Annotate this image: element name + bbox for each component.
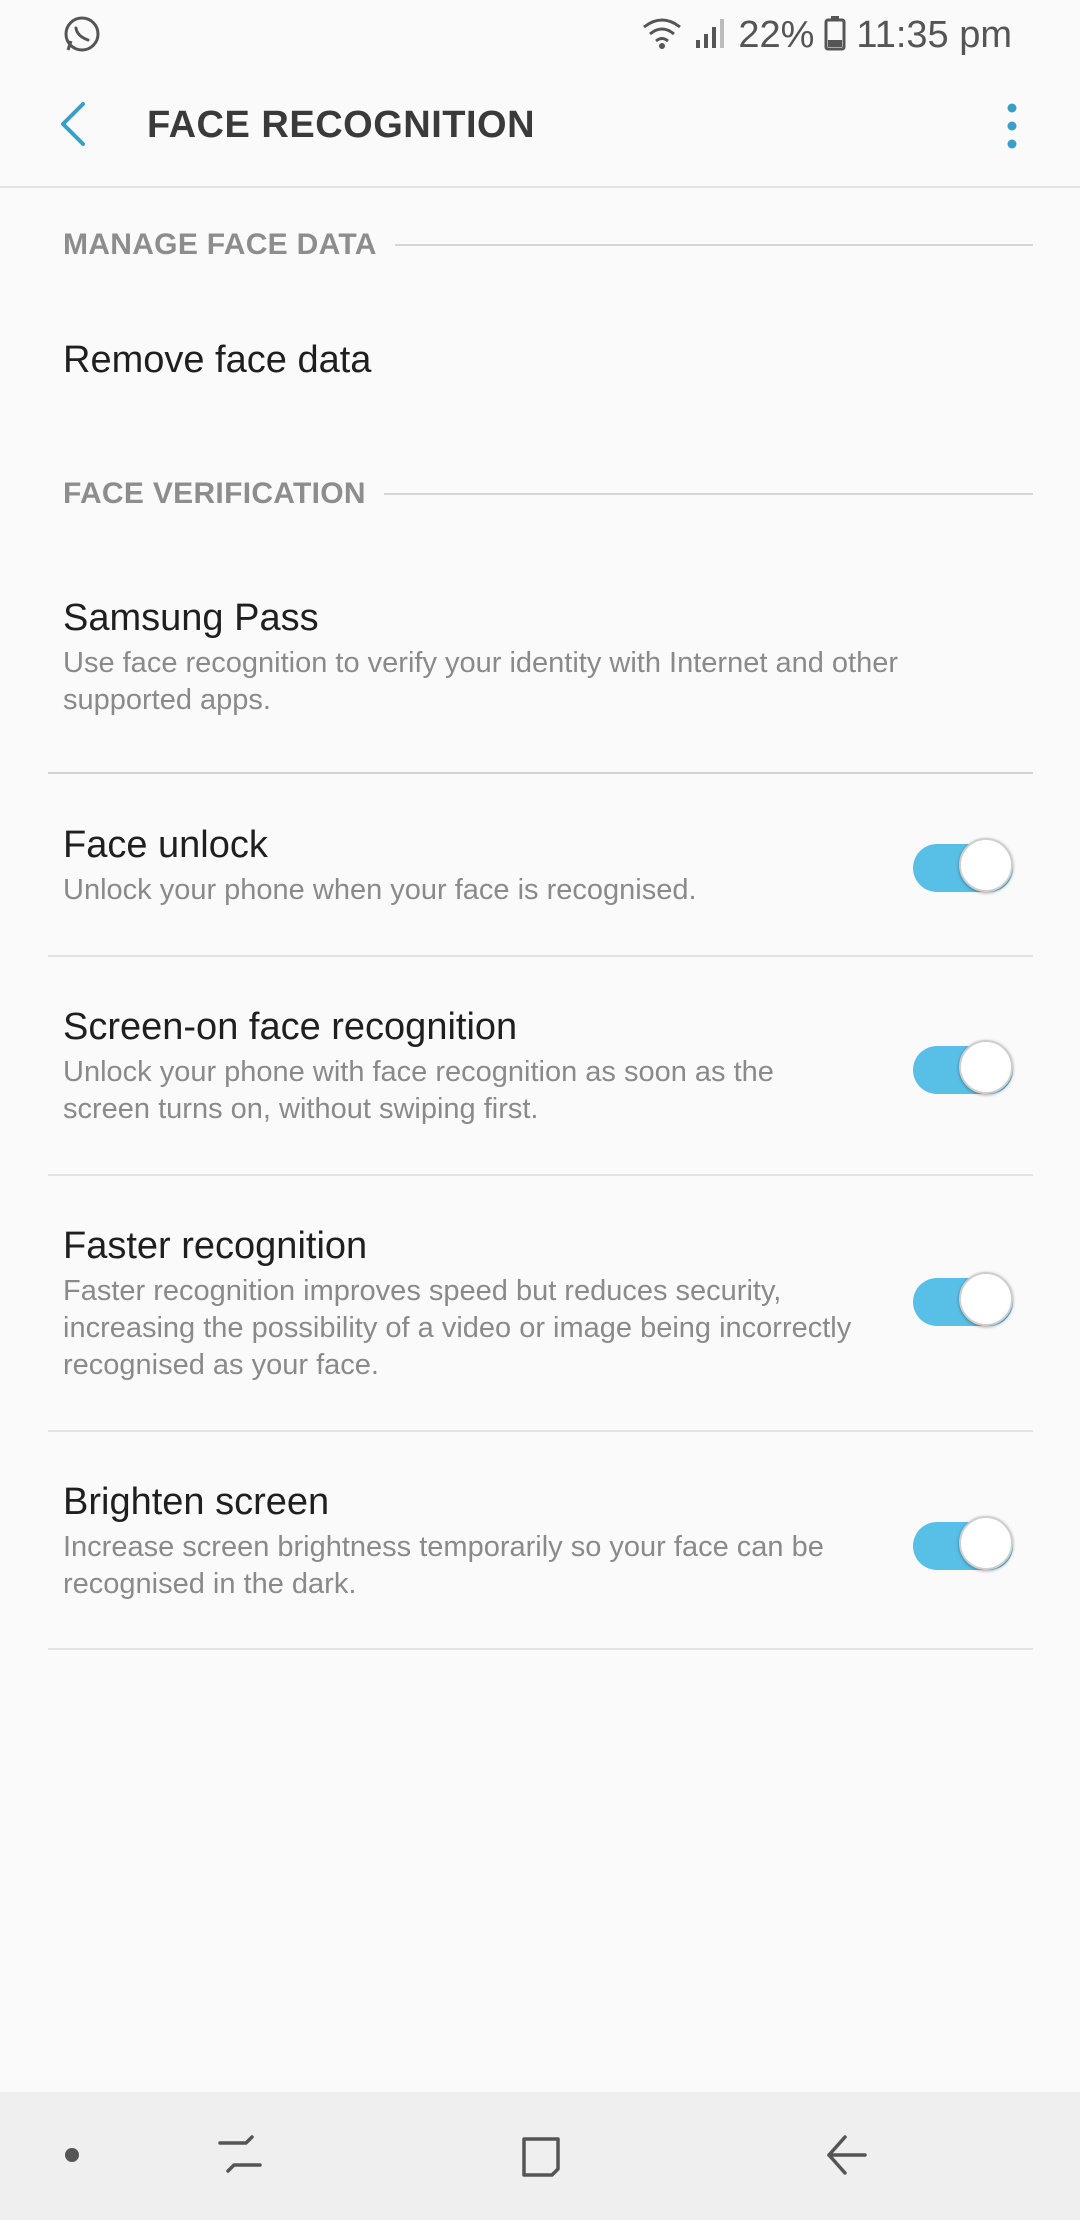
section-header-verification: FACE VERIFICATION [63, 474, 1033, 514]
row-description: Unlock your phone when your face is reco… [63, 874, 697, 906]
battery-icon [824, 15, 846, 56]
clock: 11:35 pm [856, 13, 1012, 56]
face-unlock-item[interactable]: Face unlock Unlock your phone when your … [48, 822, 1033, 932]
navigation-bar [0, 2092, 1080, 2220]
page-title: FACE RECOGNITION [147, 104, 536, 146]
screen-on-recognition-item[interactable]: Screen-on face recognition Unlock your p… [48, 1004, 1033, 1144]
dot-icon [64, 2147, 80, 2168]
wifi-icon [640, 15, 684, 56]
divider [48, 772, 1033, 774]
brighten-screen-toggle[interactable] [913, 1512, 1013, 1572]
faster-recognition-item[interactable]: Faster recognition Faster recognition im… [48, 1223, 1033, 1393]
home-icon [518, 2131, 566, 2184]
section-label: MANAGE FACE DATA [63, 228, 377, 261]
section-header-manage: MANAGE FACE DATA [63, 225, 1033, 265]
toggle-thumb [959, 1516, 1013, 1570]
divider [48, 955, 1033, 957]
back-arrow-icon [57, 100, 87, 153]
system-back-button[interactable] [805, 2122, 885, 2192]
row-title: Faster recognition [63, 1225, 368, 1267]
toggle-thumb [959, 1040, 1013, 1094]
status-icons: 22% 11:35 pm [640, 8, 1012, 62]
face-unlock-toggle[interactable] [913, 834, 1013, 894]
app-bar: FACE RECOGNITION [0, 70, 1080, 188]
section-label: FACE VERIFICATION [63, 477, 366, 510]
home-button[interactable] [502, 2122, 582, 2192]
row-description: Unlock your phone with face recognition … [63, 1056, 774, 1125]
toggle-thumb [959, 838, 1013, 892]
screen-on-recognition-toggle[interactable] [913, 1036, 1013, 1096]
back-icon [821, 2131, 869, 2184]
more-vertical-icon [1006, 103, 1018, 154]
row-title: Remove face data [63, 339, 372, 381]
recent-apps-button[interactable] [200, 2122, 280, 2192]
nav-dot-button[interactable] [50, 2122, 94, 2192]
row-title: Screen-on face recognition [63, 1006, 518, 1048]
toggle-thumb [959, 1272, 1013, 1326]
section-line [383, 493, 1033, 495]
divider [48, 1648, 1033, 1650]
remove-face-data-item[interactable]: Remove face data [48, 300, 1033, 420]
row-description: Use face recognition to verify your iden… [63, 647, 898, 716]
samsung-pass-item[interactable]: Samsung Pass Use face recognition to ver… [48, 595, 1033, 725]
brighten-screen-item[interactable]: Brighten screen Increase screen brightne… [48, 1479, 1033, 1619]
row-description: Faster recognition improves speed but re… [63, 1275, 852, 1381]
faster-recognition-toggle[interactable] [913, 1268, 1013, 1328]
status-bar: 22% 11:35 pm [0, 0, 1080, 70]
divider [48, 1174, 1033, 1176]
row-title: Face unlock [63, 824, 268, 866]
recent-apps-icon [216, 2131, 264, 2184]
divider [48, 1430, 1033, 1432]
signal-icon [694, 16, 728, 55]
row-title: Samsung Pass [63, 597, 319, 639]
whatsapp-icon [62, 14, 102, 54]
more-options-button[interactable] [984, 94, 1040, 162]
row-description: Increase screen brightness temporarily s… [63, 1531, 824, 1600]
section-line [394, 244, 1033, 246]
back-button[interactable] [44, 94, 100, 158]
row-title: Brighten screen [63, 1481, 330, 1523]
battery-percent: 22% [738, 13, 815, 56]
